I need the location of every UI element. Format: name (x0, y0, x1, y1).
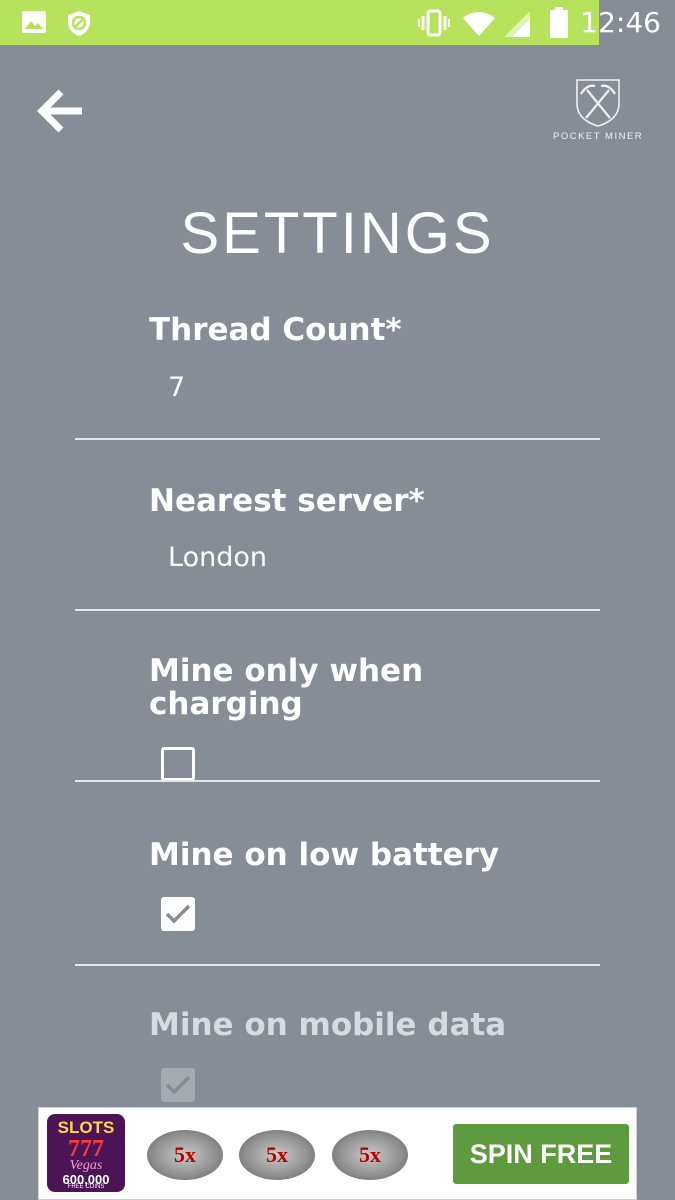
ad-reel: 5x (332, 1130, 408, 1180)
mine-only-charging-label-line1: Mine only when (149, 653, 424, 689)
thread-count-input[interactable]: 7 (168, 372, 185, 403)
nearest-server-label: Nearest server* (149, 483, 425, 519)
nearest-server-input[interactable]: London (168, 542, 267, 573)
checkmark-icon (165, 904, 191, 924)
wifi-icon (463, 12, 495, 36)
mine-low-battery-checkbox[interactable] (161, 897, 195, 931)
logo-text: POCKET MINER (553, 131, 644, 142)
mine-low-battery-label: Mine on low battery (149, 837, 500, 873)
page-title: SETTINGS (180, 201, 495, 266)
ad-banner[interactable]: SLOTS 777 Vegas 600,000 FREE COINS 5x 5x… (38, 1107, 637, 1200)
arrow-left-icon (37, 89, 82, 133)
ad-reel: 5x (239, 1130, 315, 1180)
checkmark-icon (165, 1075, 191, 1095)
ad-logo-free-coins: FREE COINS (67, 1184, 105, 1190)
battery-icon (550, 7, 568, 38)
thread-count-label: Thread Count* (149, 312, 402, 348)
pickaxe-shield-icon (576, 79, 620, 127)
mine-only-charging-label: Mine only when charging (149, 655, 423, 721)
spin-free-button[interactable]: SPIN FREE (453, 1124, 629, 1184)
vibrate-icon (418, 9, 450, 37)
mine-only-charging-label-line2: charging (149, 686, 303, 722)
status-bar: 12:46 (0, 0, 675, 45)
status-time: 12:46 (580, 6, 661, 39)
mine-only-charging-checkbox[interactable] (161, 747, 195, 781)
ad-reel-label: 5x (359, 1142, 381, 1167)
mine-mobile-data-label: Mine on mobile data (149, 1007, 507, 1043)
ad-reel-label: 5x (266, 1142, 288, 1167)
thread-count-underline (75, 438, 600, 440)
nearest-server-underline (75, 609, 600, 611)
signal-icon (504, 11, 530, 37)
ad-logo-slots: SLOTS (57, 1118, 115, 1137)
mine-only-charging-divider (75, 780, 600, 782)
data-saver-icon (68, 11, 90, 36)
back-button[interactable] (36, 86, 86, 136)
mine-low-battery-divider (75, 964, 600, 966)
mine-mobile-data-checkbox[interactable] (161, 1068, 195, 1102)
ad-reel-label: 5x (174, 1142, 196, 1167)
pocket-miner-logo: POCKET MINER (553, 76, 643, 148)
image-icon (22, 11, 46, 33)
ad-slots-logo: SLOTS 777 Vegas 600,000 FREE COINS (47, 1114, 125, 1192)
ad-reel: 5x (147, 1130, 223, 1180)
